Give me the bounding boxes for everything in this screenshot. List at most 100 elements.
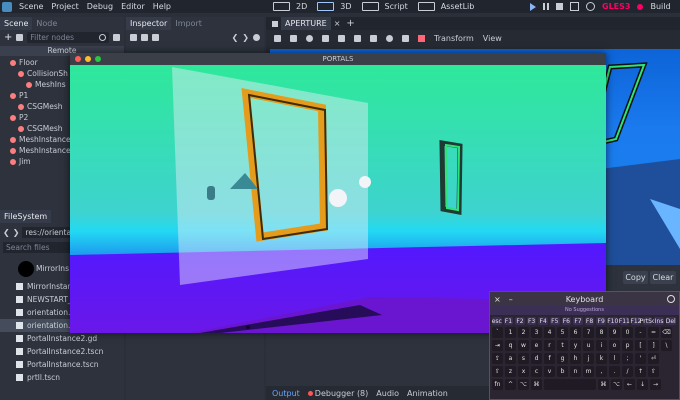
copy-button[interactable]: Copy bbox=[623, 271, 648, 284]
keyboard-key[interactable]: F10 bbox=[607, 317, 618, 325]
keyboard-key[interactable]: s bbox=[518, 353, 529, 364]
keyboard-key[interactable]: 0 bbox=[622, 327, 633, 338]
tab-aperture[interactable]: APERTURE bbox=[281, 17, 331, 30]
keyboard-key[interactable]: ⌥ bbox=[518, 379, 529, 390]
keyboard-key[interactable]: Del bbox=[666, 317, 676, 325]
play-icon[interactable] bbox=[530, 2, 536, 11]
keyboard-key[interactable]: → bbox=[650, 379, 661, 390]
keyboard-key[interactable]: u bbox=[583, 340, 594, 351]
keyboard-key[interactable]: ↑ bbox=[635, 366, 646, 377]
keyboard-key[interactable]: 6 bbox=[570, 327, 581, 338]
select-tool-icon[interactable] bbox=[274, 34, 281, 42]
keyboard-key[interactable]: F8 bbox=[584, 317, 595, 325]
script-attach-icon[interactable] bbox=[113, 34, 120, 41]
keyboard-key[interactable]: b bbox=[557, 366, 568, 377]
keyboard-key[interactable]: r bbox=[544, 340, 555, 351]
clear-button[interactable]: Clear bbox=[650, 271, 676, 284]
new-resource-icon[interactable] bbox=[130, 34, 137, 41]
tab-node[interactable]: Node bbox=[32, 17, 61, 30]
keyboard-minimize-icon[interactable]: – bbox=[505, 295, 517, 304]
keyboard-key[interactable]: x bbox=[518, 366, 529, 377]
keyboard-settings-icon[interactable] bbox=[667, 295, 675, 303]
renderer-dropdown-icon[interactable] bbox=[637, 3, 644, 10]
keyboard-key[interactable]: ^ bbox=[505, 379, 516, 390]
transform-menu[interactable]: Transform bbox=[434, 34, 474, 43]
keyboard-key[interactable]: . bbox=[609, 366, 620, 377]
keyboard-key[interactable]: PrtSc bbox=[640, 317, 655, 325]
move-tool-icon[interactable] bbox=[290, 34, 297, 42]
keyboard-key[interactable]: g bbox=[557, 353, 568, 364]
keyboard-key[interactable]: ⇧ bbox=[492, 366, 503, 377]
view-menu[interactable]: View bbox=[483, 34, 502, 43]
file-list-item[interactable]: PortalInstance2.tscn bbox=[0, 345, 124, 358]
keyboard-key[interactable]: , bbox=[596, 366, 607, 377]
stop-icon[interactable] bbox=[556, 3, 563, 10]
keyboard-key[interactable]: / bbox=[622, 366, 633, 377]
workspace-script[interactable]: Script bbox=[359, 2, 415, 11]
close-tab-icon[interactable]: × bbox=[331, 19, 344, 28]
tab-scene[interactable]: Scene bbox=[0, 17, 33, 30]
keyboard-key[interactable]: - bbox=[635, 327, 646, 338]
list-select-icon[interactable] bbox=[338, 34, 345, 42]
keyboard-key[interactable]: 3 bbox=[531, 327, 542, 338]
keyboard-key[interactable]: ] bbox=[648, 340, 659, 351]
keyboard-key[interactable]: F11 bbox=[619, 317, 630, 325]
rotate-tool-icon[interactable] bbox=[306, 34, 313, 42]
menu-editor[interactable]: Editor bbox=[117, 2, 149, 11]
keyboard-key[interactable]: w bbox=[518, 340, 529, 351]
keyboard-key[interactable]: ↓ bbox=[637, 379, 648, 390]
keyboard-key[interactable]: f bbox=[544, 353, 555, 364]
keyboard-key[interactable]: 8 bbox=[596, 327, 607, 338]
history-icon[interactable] bbox=[253, 34, 260, 41]
file-list-item[interactable]: PortalInstance2.gd bbox=[0, 332, 124, 345]
scale-tool-icon[interactable] bbox=[322, 34, 329, 42]
keyboard-key[interactable]: fn bbox=[492, 379, 503, 390]
keyboard-key[interactable]: ⇪ bbox=[492, 353, 503, 364]
keyboard-key[interactable]: ⌫ bbox=[661, 327, 672, 338]
play-custom-icon[interactable] bbox=[586, 2, 595, 11]
keyboard-key[interactable]: ` bbox=[492, 327, 503, 338]
menu-scene[interactable]: Scene bbox=[15, 2, 47, 11]
keyboard-key[interactable]: = bbox=[648, 327, 659, 338]
tab-inspector[interactable]: Inspector bbox=[126, 17, 172, 30]
keyboard-key[interactable]: 5 bbox=[557, 327, 568, 338]
keyboard-key[interactable]: ⌘ bbox=[598, 379, 609, 390]
workspace-assetlib[interactable]: AssetLib bbox=[415, 2, 482, 11]
menu-project[interactable]: Project bbox=[47, 2, 82, 11]
thumbnail-label[interactable]: MirrorIns bbox=[36, 264, 69, 273]
keyboard-key[interactable]: v bbox=[544, 366, 555, 377]
tab-import[interactable]: Import bbox=[171, 17, 206, 30]
history-back-icon[interactable]: ❮ bbox=[232, 33, 239, 42]
save-resource-icon[interactable] bbox=[152, 34, 159, 41]
group-icon[interactable] bbox=[370, 34, 377, 42]
renderer-label[interactable]: GLES3 bbox=[602, 2, 630, 11]
keyboard-key[interactable]: t bbox=[557, 340, 568, 351]
tab-animation[interactable]: Animation bbox=[407, 389, 448, 398]
keyboard-key[interactable]: F1 bbox=[503, 317, 514, 325]
keyboard-key[interactable]: [ bbox=[635, 340, 646, 351]
pause-icon[interactable] bbox=[543, 3, 549, 10]
menu-debug[interactable]: Debug bbox=[83, 2, 117, 11]
keyboard-key[interactable]: F7 bbox=[573, 317, 583, 325]
keyboard-key[interactable]: o bbox=[609, 340, 620, 351]
keyboard-key[interactable]: n bbox=[570, 366, 581, 377]
file-list-item[interactable]: PortalInstance.tscn bbox=[0, 358, 124, 371]
keyboard-key[interactable]: F5 bbox=[549, 317, 560, 325]
keyboard-key[interactable]: i bbox=[596, 340, 607, 351]
snap-icon[interactable] bbox=[402, 34, 409, 42]
file-list-item[interactable]: prtll.tscn bbox=[0, 371, 124, 384]
keyboard-key[interactable]: F2 bbox=[515, 317, 525, 325]
keyboard-key[interactable]: ⌘ bbox=[531, 379, 542, 390]
back-icon[interactable]: ❮ bbox=[3, 228, 10, 237]
history-forward-icon[interactable]: ❯ bbox=[242, 33, 249, 42]
keyboard-key[interactable]: ⇧ bbox=[648, 366, 659, 377]
keyboard-key[interactable]: ⌥ bbox=[611, 379, 622, 390]
tab-output[interactable]: Output bbox=[272, 389, 300, 398]
keyboard-key[interactable]: \ bbox=[661, 340, 672, 351]
keyboard-key[interactable]: l bbox=[609, 353, 620, 364]
keyboard-key[interactable]: ' bbox=[635, 353, 646, 364]
keyboard-key[interactable]: 1 bbox=[505, 327, 516, 338]
keyboard-key[interactable]: y bbox=[570, 340, 581, 351]
local-space-icon[interactable] bbox=[386, 34, 393, 42]
keyboard-key[interactable]: F6 bbox=[561, 317, 572, 325]
